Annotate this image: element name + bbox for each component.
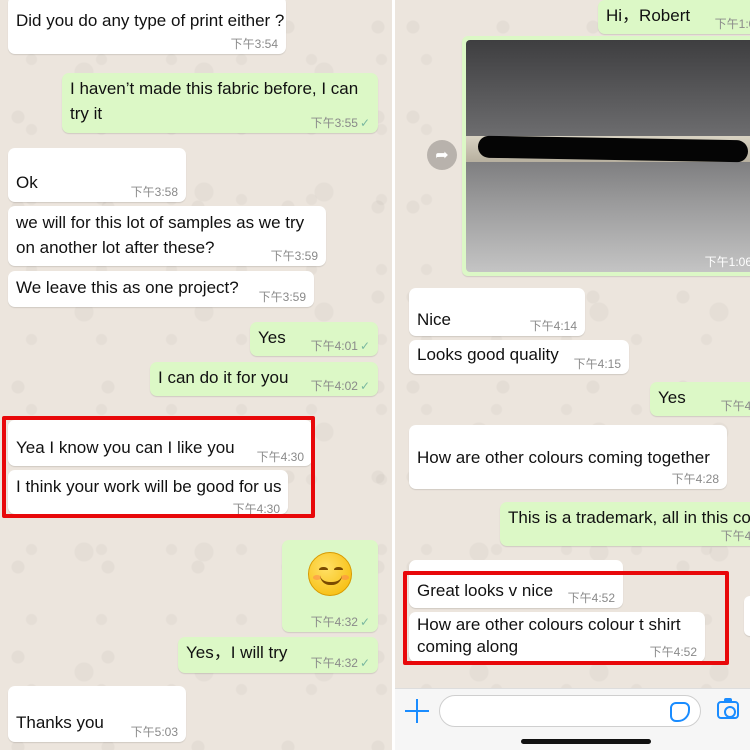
message-outgoing-emoji: 下午4:32 ✓ [282,540,378,632]
message-time: 下午3:55 ✓ [310,116,370,130]
highlight-box [2,416,315,518]
read-tick-icon: ✓ [359,339,370,353]
message-text: Did you do any type of print either ? [16,11,285,30]
message-time: 下午1:06 [704,255,750,269]
message-outgoing: I can do it for you 下午4:02 ✓ [150,362,378,396]
share-arrow-icon[interactable]: ➦ [427,140,457,170]
message-time: 下午4:01 ✓ [310,339,370,353]
message-incoming: we will for this lot of samples as we tr… [8,206,326,266]
read-tick-icon: ✓ [359,615,370,629]
message-outgoing: This is a trademark, all in this colo 下午… [500,502,750,546]
redaction-scribble [478,135,748,163]
message-incoming-partial [744,596,750,636]
message-time: 下午4:32 ✓ [310,615,370,629]
message-outgoing: Yes 下午4:24 [650,382,750,416]
camera-icon[interactable] [717,698,739,719]
plus-icon[interactable] [405,699,429,723]
message-time: 下午3:58 [130,185,178,199]
smiling-face-emoji [308,552,352,596]
image-message[interactable]: 下午1:06 [462,36,750,276]
message-outgoing: I haven’t made this fabric before, I can… [62,73,378,133]
message-input[interactable] [439,695,701,727]
message-time: 下午3:59 [270,249,318,263]
message-time: 下午3:59 [258,290,306,304]
message-time: 下午1:06 [714,17,750,31]
right-chat-screenshot: Hi，Robert 下午1:06 ➦ 下午1:06 Nice 下午4:14 Lo… [395,0,750,750]
message-text: How are other colours coming together [417,448,710,467]
message-outgoing: Hi，Robert 下午1:06 [598,0,750,34]
fabric-photo: 下午1:06 [466,40,750,272]
message-time: 下午4:15 [573,357,621,371]
message-incoming: How are other colours coming together 下午… [409,425,727,489]
read-tick-icon: ✓ [359,116,370,130]
message-time: 下午4:29 [720,529,750,543]
message-time: 下午4:02 ✓ [310,379,370,393]
sticker-icon[interactable] [670,702,690,722]
message-text: This is a trademark, all in this colo [508,508,750,527]
message-time: 下午4:28 [671,472,719,486]
read-tick-icon: ✓ [359,379,370,393]
message-time: 下午4:32 ✓ [310,656,370,670]
message-incoming: Ok 下午3:58 [8,148,186,202]
message-outgoing: Yes 下午4:01 ✓ [250,322,378,356]
home-indicator [521,739,651,744]
message-incoming: Thanks you 下午5:03 [8,686,186,742]
highlight-box [403,571,729,665]
message-incoming: Did you do any type of print either ? 下午… [8,0,286,54]
read-tick-icon: ✓ [359,656,370,670]
message-time: 下午4:24 [720,399,750,413]
message-time: 下午4:14 [529,319,577,333]
message-incoming: Nice 下午4:14 [409,288,585,336]
left-chat-screenshot: Did you do any type of print either ? 下午… [0,0,392,750]
message-composer [395,688,750,750]
message-time: 下午3:54 [230,37,278,51]
message-time: 下午5:03 [130,725,178,739]
message-incoming: We leave this as one project? 下午3:59 [8,271,314,307]
message-outgoing: Yes，I will try 下午4:32 ✓ [178,637,378,673]
message-incoming: Looks good quality 下午4:15 [409,340,629,374]
